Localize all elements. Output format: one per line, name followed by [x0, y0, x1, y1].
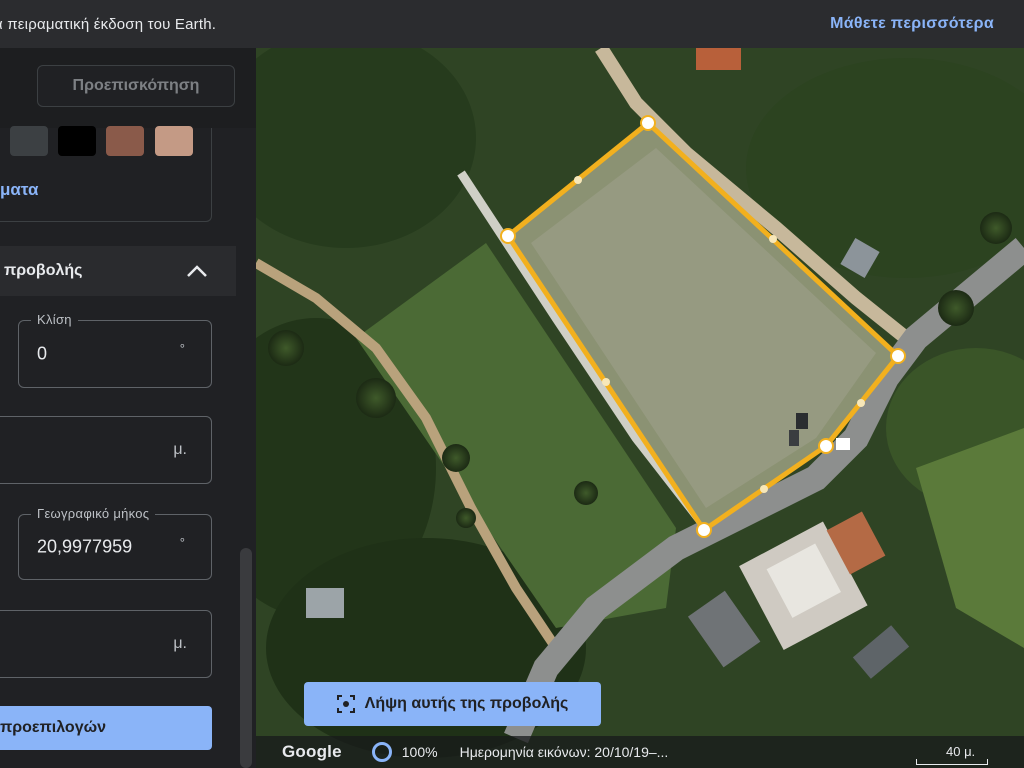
longitude-value[interactable]: 20,9977959: [37, 537, 132, 558]
polygon-midpoint: [602, 378, 610, 386]
learn-more-link[interactable]: Μάθετε περισσότερα: [830, 15, 994, 33]
longitude-field[interactable]: Γεωγραφικό μήκος 20,9977959 °: [18, 506, 212, 580]
range-field[interactable]: μ.: [0, 610, 212, 678]
tilt-label: Κλίση: [31, 312, 78, 327]
chevron-up-icon: [187, 265, 207, 277]
longitude-label: Γεωγραφικό μήκος: [31, 506, 156, 521]
color-swatch-black[interactable]: [58, 126, 96, 156]
polygon-vertex: [640, 115, 656, 131]
capture-view-button[interactable]: Λήψη αυτής της προβολής: [304, 682, 601, 726]
experimental-banner: α πειραματική έκδοση του Earth. Μάθετε π…: [0, 0, 1024, 48]
polygon-midpoint: [857, 399, 865, 407]
panel-scrollbar[interactable]: [240, 548, 252, 768]
scale-label: 40 μ.: [946, 744, 976, 759]
banner-text: α πειραματική έκδοση του Earth.: [0, 15, 217, 33]
polygon-vertex: [696, 522, 712, 538]
capture-icon: [336, 695, 355, 713]
preview-button[interactable]: Προεπισκόπηση: [37, 65, 235, 107]
map-imagery[interactable]: [256, 48, 1024, 768]
settings-panel: Προεπισκόπηση ματα προβολής Κλίση 0 ° μ.…: [0, 48, 256, 768]
satellite-map[interactable]: [256, 48, 1024, 768]
section-title: προβολής: [4, 262, 83, 279]
polygon-midpoint: [760, 485, 768, 493]
scale-bar: [916, 759, 988, 765]
tilt-field[interactable]: Κλίση 0 °: [18, 312, 212, 388]
tilt-unit: °: [179, 341, 185, 356]
zoom-indicator-icon[interactable]: [371, 742, 392, 762]
capture-view-label: Λήψη αυτής της προβολής: [364, 695, 569, 712]
color-swatch-tan[interactable]: [155, 126, 193, 156]
color-swatch-gray[interactable]: [10, 126, 48, 156]
polygon-vertex: [818, 438, 834, 454]
map-footer: Google 100% Ημερομηνία εικόνων: 20/10/19…: [256, 736, 1024, 768]
range-unit: μ.: [173, 635, 187, 652]
polygon-midpoint: [574, 176, 582, 184]
imagery-date: Ημερομηνία εικόνων: 20/10/19–...: [459, 744, 669, 760]
color-swatch-brown[interactable]: [106, 126, 144, 156]
zoom-level: 100%: [401, 744, 438, 760]
altitude-field[interactable]: μ.: [0, 416, 212, 484]
more-colors-link[interactable]: ματα: [0, 180, 38, 200]
longitude-unit: °: [179, 535, 185, 550]
polygon-midpoint: [769, 235, 777, 243]
polygon-vertex: [890, 348, 906, 364]
altitude-unit: μ.: [173, 441, 187, 458]
google-logo: Google: [282, 742, 342, 761]
polygon-vertex: [500, 228, 516, 244]
reset-defaults-button[interactable]: προεπιλογών: [0, 706, 212, 750]
tilt-value[interactable]: 0: [37, 344, 47, 365]
view-section-header[interactable]: προβολής: [0, 246, 236, 296]
